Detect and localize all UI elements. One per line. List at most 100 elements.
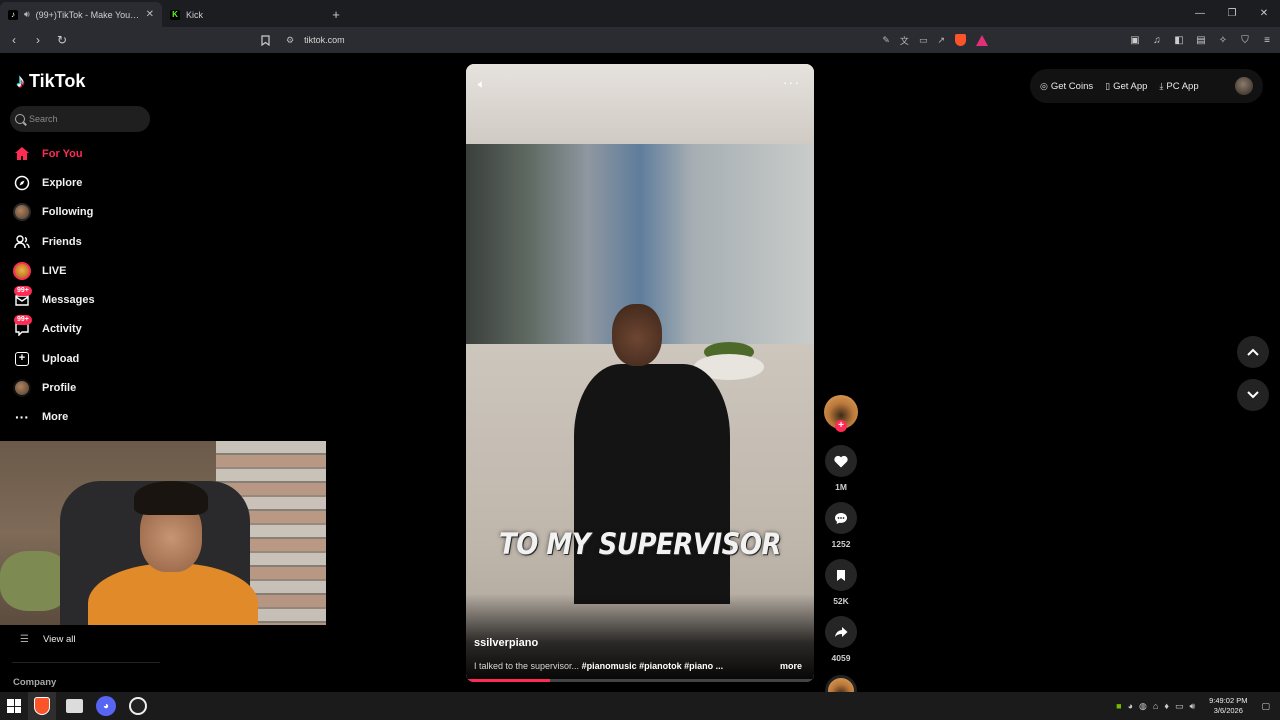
notifications-icon[interactable]: ▢ — [1261, 701, 1270, 712]
sidebar-item-profile[interactable]: Profile — [12, 373, 162, 402]
previous-video-button[interactable] — [1237, 336, 1269, 368]
tab-kick[interactable]: K Kick — [162, 2, 324, 27]
tab-tiktok[interactable]: ♪ 🔊︎ (99+)TikTok - Make Your Day ✕ — [0, 2, 162, 27]
media-icon[interactable]: ♫ — [1150, 33, 1164, 47]
description-more-button[interactable]: more — [780, 661, 802, 671]
minimize-icon[interactable]: — — [1184, 0, 1216, 27]
reload-icon[interactable]: ↻ — [52, 30, 72, 50]
tray-app-icon[interactable]: ◍ — [1139, 701, 1147, 712]
address-bar[interactable]: ⚙ tiktok.com ✎ 文 ▭ ↗ — [280, 30, 1000, 50]
next-video-button[interactable] — [1237, 379, 1269, 411]
close-tab-icon[interactable]: ✕ — [146, 9, 154, 20]
sidebar-item-label: Activity — [42, 323, 82, 336]
tiktok-note-icon: ♪ — [16, 71, 25, 91]
translate-icon[interactable]: 文 — [900, 34, 909, 47]
network-icon[interactable]: ▭ — [1175, 701, 1184, 712]
nvidia-icon[interactable]: ■ — [1116, 701, 1121, 711]
activity-icon: 99+ — [12, 315, 32, 339]
like-button[interactable] — [825, 445, 857, 477]
pc-app-button[interactable]: ⤓ PC App — [1159, 81, 1198, 92]
volume-icon[interactable]: 🔈︎ — [478, 77, 485, 92]
tab-search-icon[interactable]: ▣ — [1128, 33, 1142, 47]
upload-icon: + — [12, 349, 32, 369]
follow-plus-icon[interactable]: + — [835, 420, 847, 432]
video-progress-bar[interactable] — [466, 679, 814, 682]
sidebar-item-label: Messages — [42, 294, 95, 307]
user-avatar[interactable] — [1235, 77, 1253, 95]
get-coins-button[interactable]: ◎ Get Coins — [1040, 81, 1093, 92]
pc-app-label: PC App — [1166, 80, 1199, 92]
sidebar-item-for-you[interactable]: For You — [12, 139, 162, 168]
share-button[interactable] — [825, 616, 857, 648]
menu-icon[interactable]: ≡ — [1260, 33, 1274, 47]
video-more-options-icon[interactable]: ··· — [783, 74, 800, 90]
video-player[interactable]: 🔈︎ ··· TO MY SUPERVISOR ssilverpiano I t… — [466, 64, 814, 682]
wallet-icon[interactable]: ▤ — [1194, 33, 1208, 47]
get-app-button[interactable]: ▯ Get App — [1105, 81, 1147, 92]
site-info-icon[interactable]: ⚙ — [286, 35, 294, 46]
sidebar-item-live[interactable]: LIVE — [12, 256, 162, 285]
taskbar-obs[interactable] — [124, 692, 152, 720]
back-icon[interactable]: ‹ — [4, 30, 24, 50]
taskbar-file-explorer[interactable] — [60, 692, 88, 720]
compass-icon — [12, 173, 32, 193]
sidebar-item-upload[interactable]: + Upload — [12, 344, 162, 373]
view-all-link[interactable]: ☰ View all — [20, 634, 76, 645]
usb-icon[interactable]: ⌂ — [1153, 701, 1158, 711]
comment-button[interactable] — [825, 502, 857, 534]
save-button[interactable] — [825, 559, 857, 591]
phone-icon: ▯ — [1105, 80, 1111, 91]
get-app-label: Get App — [1113, 80, 1148, 92]
video-ceiling — [466, 64, 814, 144]
download-icon: ⤓ — [1159, 80, 1164, 91]
sidebar-item-more[interactable]: ··· More — [12, 403, 162, 432]
window-controls: — ❐ ✕ — [1184, 0, 1280, 27]
taskbar-brave[interactable] — [28, 692, 56, 720]
share-icon[interactable]: ↗ — [937, 35, 945, 46]
sidebar-item-label: Profile — [42, 382, 77, 395]
toolbar-actions: ▣ ♫ ◧ ▤ ✧ ⛉ ≡ — [1128, 30, 1274, 50]
more-dots-icon: ··· — [15, 409, 29, 426]
clock-time: 9:49:02 PM — [1209, 696, 1248, 705]
brave-shields-icon[interactable] — [955, 34, 966, 46]
microphone-icon[interactable]: ♦ — [1164, 701, 1169, 711]
taskbar-discord[interactable]: ◕ — [92, 692, 120, 720]
video-caption-overlay: TO MY SUPERVISOR — [499, 528, 781, 562]
bookmark-save-icon — [837, 569, 845, 581]
reader-mode-icon[interactable]: ✎ — [882, 35, 890, 46]
sidebar-item-friends[interactable]: Friends — [12, 227, 162, 256]
search-input[interactable]: Search — [10, 106, 150, 132]
tiktok-logo[interactable]: ♪ TikTok — [16, 71, 85, 92]
video-username[interactable]: ssilverpiano — [474, 637, 538, 649]
restore-icon[interactable]: ❐ — [1216, 0, 1248, 27]
chevron-down-icon — [1247, 391, 1259, 399]
new-tab-button[interactable]: + — [324, 2, 348, 27]
creator-avatar[interactable]: + — [824, 395, 858, 432]
sidebar-item-following[interactable]: Following — [12, 198, 162, 227]
close-window-icon[interactable]: ✕ — [1248, 0, 1280, 27]
comment-action: 1252 — [823, 502, 859, 549]
logo-text: TikTok — [29, 71, 86, 91]
sidebar-item-activity[interactable]: 99+ Activity — [12, 315, 162, 344]
sidebar-item-explore[interactable]: Explore — [12, 168, 162, 197]
obs-icon — [129, 697, 147, 715]
cast-icon[interactable]: ▭ — [919, 35, 928, 46]
webcam-person-hair — [134, 481, 208, 515]
profile-avatar-icon — [12, 378, 32, 398]
leo-ai-icon[interactable]: ✧ — [1216, 33, 1230, 47]
brave-rewards-icon[interactable] — [976, 34, 988, 46]
forward-icon[interactable]: › — [28, 30, 48, 50]
vpn-icon[interactable]: ⛉ — [1238, 33, 1252, 47]
discord-tray-icon[interactable]: ◕ — [1128, 701, 1133, 711]
speaker-icon[interactable]: 🔊︎ — [24, 9, 30, 20]
brave-app-icon — [34, 697, 50, 715]
bookmark-icon[interactable] — [258, 31, 272, 49]
sidebar-item-messages[interactable]: 99+ Messages — [12, 285, 162, 314]
description-hashtags[interactable]: #pianomusic #pianotok #piano ... — [582, 661, 724, 671]
activity-badge: 99+ — [14, 315, 32, 326]
taskbar-clock[interactable]: 9:49:02 PM 3/6/2026 — [1209, 696, 1247, 716]
sidebar-icon[interactable]: ◧ — [1172, 33, 1186, 47]
comment-icon — [835, 512, 847, 524]
volume-tray-icon[interactable]: 🔊︎ — [1189, 701, 1195, 712]
start-button[interactable] — [0, 692, 28, 720]
